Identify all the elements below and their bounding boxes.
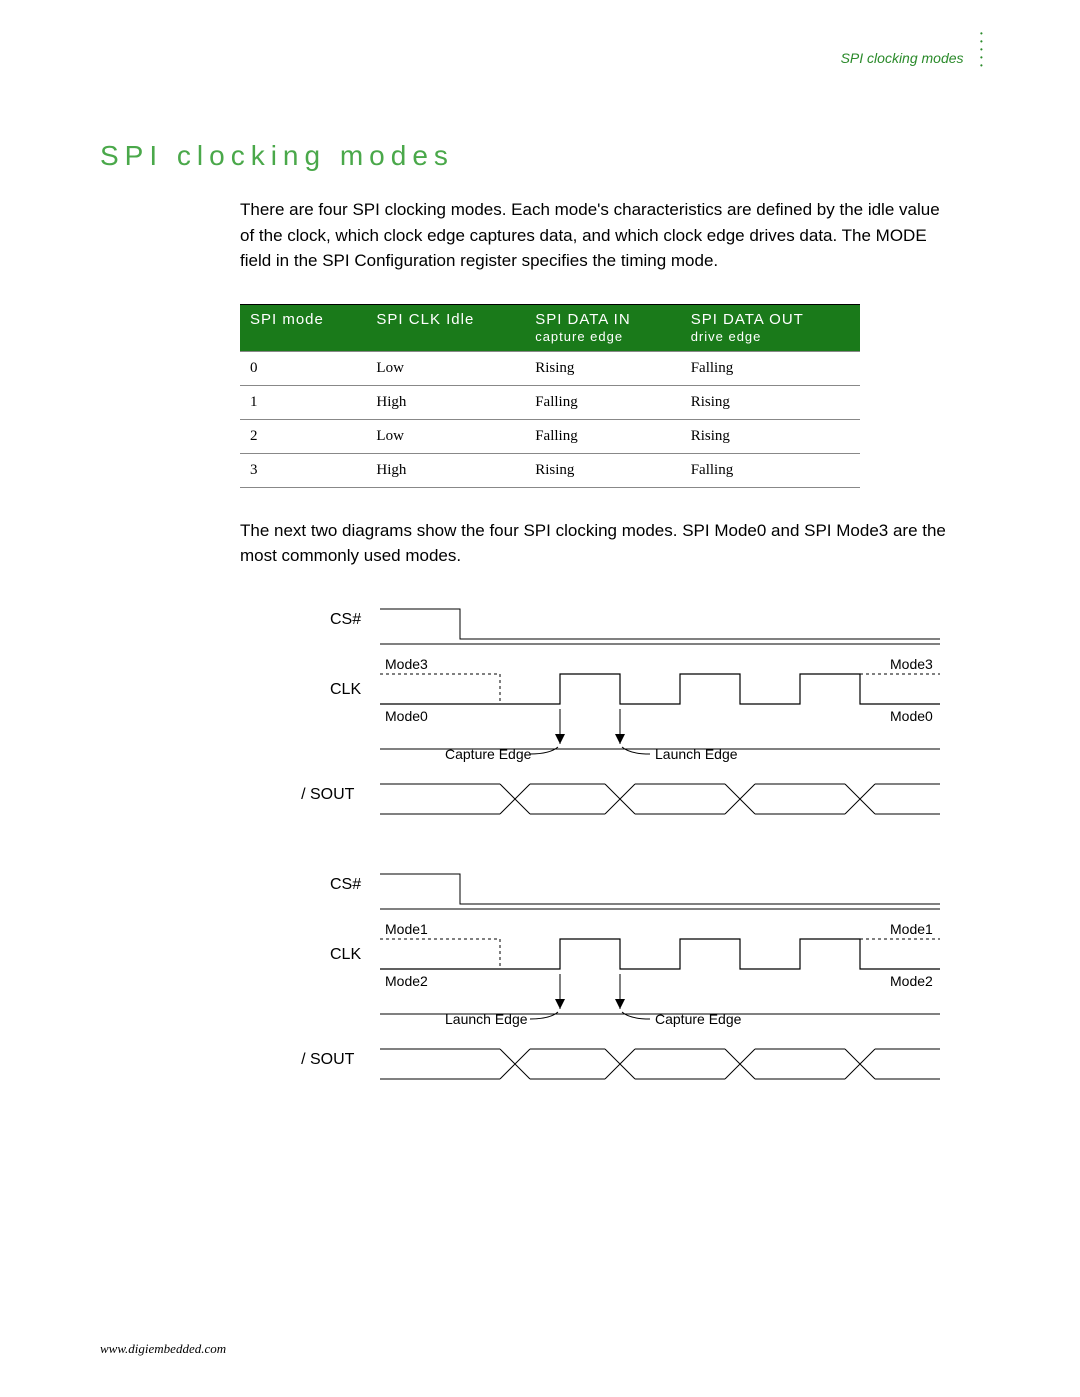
mode-label-bot-right: Mode2 [890, 973, 933, 989]
table-row: 2LowFallingRising [240, 419, 860, 453]
table-row: 0LowRisingFalling [240, 351, 860, 385]
mode-label-top-left: Mode3 [385, 656, 428, 672]
spi-modes-table: SPI mode SPI CLK Idle SPI DATA IN captur… [240, 304, 860, 488]
col-drive: SPI DATA OUT drive edge [681, 304, 860, 351]
mode-label-bot-left: Mode2 [385, 973, 428, 989]
sin-sout-label: SIN / SOUT [300, 786, 355, 803]
col-mode: SPI mode [240, 304, 366, 351]
capture-edge-label: Capture Edge [655, 1011, 742, 1027]
sin-sout-label: SIN / SOUT [300, 1051, 355, 1068]
capture-edge-label: Capture Edge [445, 746, 532, 762]
mode-label-top-left: Mode1 [385, 921, 428, 937]
timing-diagram-2: CS# Mode1 Mode1 CLK Mode2 Mode2 Launch E… [300, 864, 920, 1109]
launch-edge-label: Launch Edge [445, 1011, 528, 1027]
col-idle: SPI CLK Idle [366, 304, 525, 351]
footer-url: www.digiembedded.com [100, 1341, 226, 1357]
mode-label-top-right: Mode1 [890, 921, 933, 937]
header-section-label: SPI clocking modes [841, 50, 964, 66]
page-title: SPI clocking modes [100, 140, 980, 172]
timing-diagram-1: CS# Mode3 Mode3 CLK Mode0 Mode0 [300, 599, 920, 844]
clk-label: CLK [330, 946, 361, 963]
header-corner: SPI clocking modes ••••• [841, 30, 990, 70]
table-row: 1HighFallingRising [240, 385, 860, 419]
launch-edge-label: Launch Edge [655, 746, 738, 762]
mode-label-bot-right: Mode0 [890, 708, 933, 724]
mode-label-bot-left: Mode0 [385, 708, 428, 724]
clk-label: CLK [330, 681, 361, 698]
col-capture: SPI DATA IN capture edge [525, 304, 681, 351]
cs-label: CS# [330, 876, 361, 893]
cs-label: CS# [330, 611, 361, 628]
mid-paragraph: The next two diagrams show the four SPI … [240, 518, 950, 569]
intro-paragraph: There are four SPI clocking modes. Each … [240, 197, 950, 274]
mode-label-top-right: Mode3 [890, 656, 933, 672]
table-row: 3HighRisingFalling [240, 453, 860, 487]
